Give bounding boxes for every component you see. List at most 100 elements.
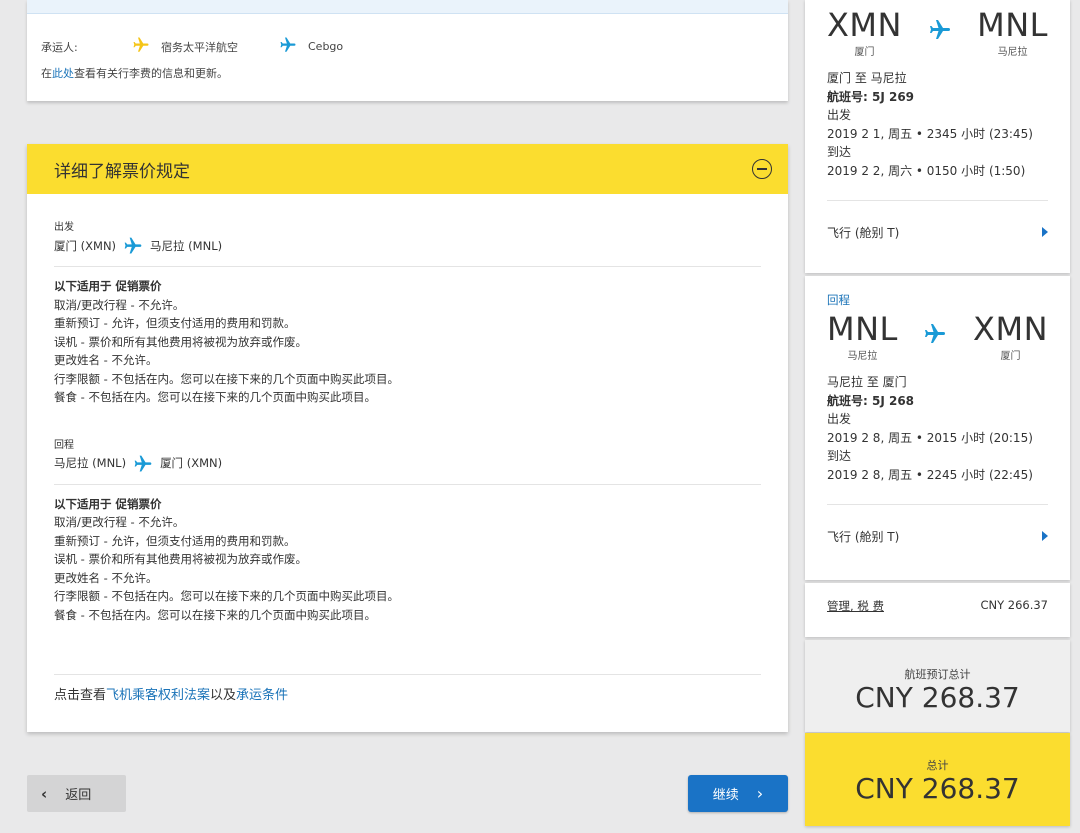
baggage-note-prefix: 在	[41, 67, 52, 80]
flight-number-label: 航班号:	[827, 393, 872, 408]
conditions-of-carriage-link[interactable]: 承运条件	[236, 688, 288, 703]
footer-prefix: 点击查看	[54, 688, 107, 703]
rule-line: 行李限额 - 不包括在内。您可以在接下来的几个页面中购买此项目。	[54, 371, 399, 386]
rule-line: 行李限额 - 不包括在内。您可以在接下来的几个页面中购买此项目。	[54, 589, 399, 603]
arrive-time: 2019 2 8, 周五 • 2245 小时 (22:45)	[827, 467, 1033, 482]
route-text: 马尼拉 至 厦门	[827, 375, 907, 389]
leg-route: 厦门 (XMN) 马尼拉 (MNL)	[54, 236, 761, 256]
rule-line: 重新预订 - 允许，但须支付适用的费用和罚款。	[54, 316, 296, 330]
destination-city: 厦门	[1000, 351, 1021, 362]
grand-total-card: 总计 CNY 268.37	[805, 733, 1070, 826]
depart-label: 出发	[827, 412, 852, 426]
fees-card: 管理, 税 费 CNY 266.37	[805, 583, 1070, 637]
rule-line: 餐食 - 不包括在内。您可以在接下来的几个页面中购买此项目。	[54, 390, 376, 404]
fees-label-link[interactable]: 管理, 税 费	[827, 598, 884, 614]
card-top-strip	[27, 0, 788, 14]
origin-city: 厦门	[854, 47, 875, 58]
destination-code: XMN	[973, 310, 1048, 348]
origin-code: XMN	[827, 6, 902, 44]
leg-route: 马尼拉 (MNL) 厦门 (XMN)	[54, 454, 761, 474]
flight-number: 航班号: 5J 268	[827, 392, 1048, 411]
chevron-right-icon	[1042, 531, 1048, 541]
leg-from: 马尼拉 (MNL)	[54, 456, 127, 471]
booking-total-label: 航班预订总计	[904, 668, 971, 681]
rule-line: 餐食 - 不包括在内。您可以在接下来的几个页面中购买此项目。	[54, 607, 376, 622]
rule-line: 取消/更改行程 - 不允许。	[54, 297, 185, 312]
collapse-icon[interactable]	[752, 159, 772, 179]
continue-button[interactable]: 继续 ›	[688, 775, 788, 812]
plane-icon	[131, 36, 151, 57]
fare-type: 促销票价	[115, 496, 162, 511]
rule-line: 更改姓名 - 不允许。	[54, 570, 158, 585]
leg-to: 厦门 (XMN)	[160, 456, 223, 471]
plane-icon	[134, 455, 152, 471]
leg-to: 马尼拉 (MNL)	[150, 238, 223, 253]
flight-number-value: 5J 269	[871, 89, 915, 104]
fare-class-row[interactable]: 飞行 (舱别 T)	[805, 201, 1070, 263]
return-flight-info: 马尼拉 至 厦门 航班号: 5J 268 出发 2019 2 8, 周五 • 2…	[805, 373, 1070, 484]
arrive-label: 到达	[827, 449, 852, 463]
chevron-right-icon: ›	[756, 784, 764, 803]
booking-total-card: 航班预订总计 CNY 268.37	[805, 640, 1070, 732]
fare-rules-title: 详细了解票价规定	[54, 161, 190, 182]
rule-line: 取消/更改行程 - 不允许。	[54, 515, 185, 529]
fare-rules-header[interactable]: 详细了解票价规定	[27, 144, 788, 194]
route-text: 厦门 至 马尼拉	[827, 71, 907, 85]
depart-time: 2019 2 8, 周五 • 2015 小时 (20:15)	[827, 430, 1033, 445]
fare-class-row[interactable]: 飞行 (舱别 T)	[805, 505, 1070, 567]
back-button[interactable]: ‹ 返回	[27, 775, 126, 812]
carrier-name-1: 宿务太平洋航空	[161, 40, 238, 54]
origin-city: 马尼拉	[847, 351, 878, 362]
flight-number: 航班号: 5J 269	[827, 88, 1048, 107]
return-label: 回程	[827, 293, 850, 307]
rule-line: 误机 - 票价和所有其他费用将被视为放弃或作废。	[54, 334, 307, 349]
flight-number-label: 航班号:	[827, 89, 872, 104]
destination-city: 马尼拉	[997, 47, 1028, 58]
rule-heading: 以下适用于 促销票价	[54, 277, 761, 296]
plane-icon	[927, 18, 953, 46]
origin-code: MNL	[827, 310, 898, 348]
leg-label: 回程	[54, 439, 74, 451]
rule-heading-prefix: 以下适用于	[54, 279, 116, 293]
carrier-name-2: Cebgo	[308, 40, 344, 53]
flight-number-value: 5J 268	[871, 393, 915, 408]
fees-value: CNY 266.37	[980, 598, 1048, 612]
fare-rules-footer: 点击查看飞机乘客权利法案以及承运条件	[54, 674, 761, 703]
leg-from: 厦门 (XMN)	[54, 238, 117, 253]
outbound-route: XMN 厦门 MNL 马尼拉	[805, 0, 1070, 58]
divider	[54, 266, 761, 267]
fare-rules-card: 详细了解票价规定 出发 厦门 (XMN) 马尼拉 (MNL) 以下适用于 促销票…	[27, 144, 788, 732]
leg-label: 出发	[54, 222, 74, 233]
chevron-left-icon: ‹	[41, 784, 48, 803]
fare-rules-body: 出发 厦门 (XMN) 马尼拉 (MNL) 以下适用于 促销票价 取消/更改行程…	[27, 221, 788, 624]
grand-total-label: 总计	[926, 759, 949, 772]
destination: MNL 马尼拉	[977, 8, 1048, 58]
fare-class: 飞行 (舱别 T)	[827, 529, 900, 544]
rule-line: 更改姓名 - 不允许。	[54, 353, 158, 367]
arrive-time: 2019 2 2, 周六 • 0150 小时 (1:50)	[827, 163, 1026, 178]
return-route: MNL 马尼拉 XMN 厦门	[805, 308, 1070, 362]
chevron-right-icon	[1042, 227, 1048, 237]
rule-heading: 以下适用于 促销票价	[54, 495, 761, 514]
continue-button-label: 继续	[712, 788, 739, 803]
origin: XMN 厦门	[827, 8, 902, 58]
fees-row: 管理, 税 费 CNY 266.37	[805, 583, 1070, 614]
carrier-card: 承运人: 宿务太平洋航空 Cebgo 在此处查看有关行李费的信息和更新。	[27, 0, 788, 101]
destination: XMN 厦门	[973, 312, 1048, 362]
origin: MNL 马尼拉	[827, 312, 898, 362]
outbound-summary-card: XMN 厦门 MNL 马尼拉 厦门 至 马尼拉 航班号: 5J 269 出发 2…	[805, 0, 1070, 273]
rule-line: 重新预订 - 允许，但须支付适用的费用和罚款。	[54, 533, 296, 548]
grand-total-value: CNY 268.37	[855, 772, 1020, 805]
destination-code: MNL	[977, 6, 1048, 44]
passenger-rights-link[interactable]: 飞机乘客权利法案	[106, 688, 210, 703]
divider	[54, 483, 761, 485]
baggage-note-suffix: 查看有关行李费的信息和更新。	[74, 67, 228, 80]
arrive-label: 到达	[827, 145, 852, 159]
carrier-row: 承运人: 宿务太平洋航空 Cebgo	[41, 36, 343, 57]
back-button-label: 返回	[65, 788, 92, 803]
footer-mid: 以及	[210, 688, 237, 703]
baggage-info-link[interactable]: 此处	[52, 67, 74, 80]
depart-time: 2019 2 1, 周五 • 2345 小时 (23:45)	[827, 126, 1033, 141]
rule-heading-prefix: 以下适用于	[54, 496, 116, 511]
depart-label: 出发	[827, 108, 852, 122]
